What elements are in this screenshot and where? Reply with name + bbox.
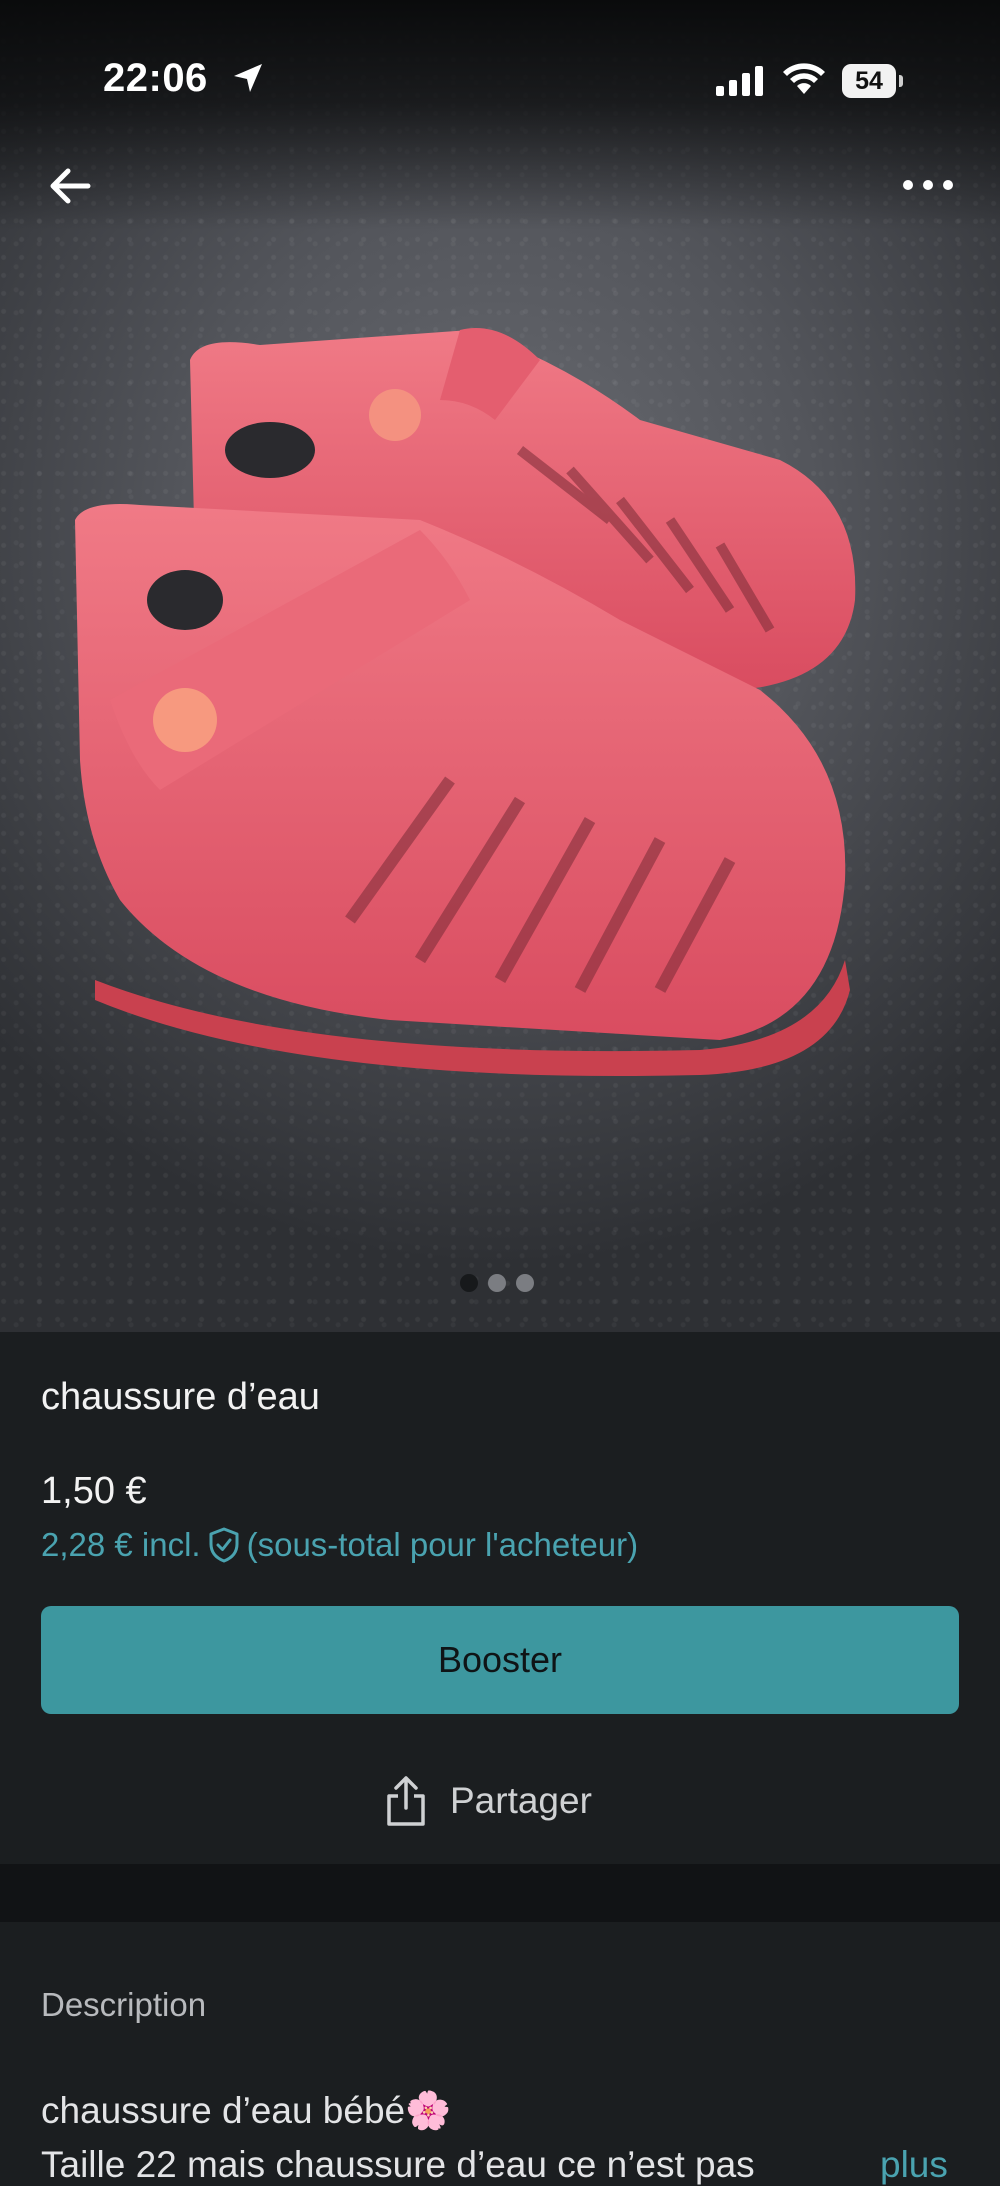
description-section: Description chaussure d’eau bébé🌸 Taille… [0, 1922, 1000, 2185]
product-price: 1,50 € [41, 1470, 147, 1512]
more-options-button[interactable] [900, 170, 956, 200]
carousel-dots[interactable] [460, 1274, 534, 1292]
description-text: Taille 22 mais chaussure d’eau ce n’est … [41, 2144, 755, 2185]
buyer-price-link[interactable]: 2,28 € incl. (sous-total pour l'acheteur… [41, 1526, 638, 1564]
battery-indicator: 54 [842, 64, 896, 98]
price-incl: 2,28 € incl. [41, 1526, 201, 1563]
wifi-icon [783, 63, 825, 94]
back-button[interactable] [44, 160, 96, 212]
share-label: Partager [450, 1780, 592, 1821]
back-arrow-icon [50, 168, 91, 204]
share-icon [387, 1776, 425, 1826]
more-dots-icon [903, 180, 953, 190]
description-text: chaussure d’eau bébé🌸 [41, 2090, 452, 2131]
status-time: 22:06 [103, 56, 208, 100]
price-incl-note: (sous-total pour l'acheteur) [246, 1526, 639, 1563]
carousel-dot[interactable] [516, 1274, 534, 1292]
boost-button[interactable]: Booster [41, 1606, 959, 1714]
product-info: chaussure d’eau 1,50 € 2,28 € incl. (sou… [0, 1332, 1000, 1864]
description-label: Description [41, 1986, 207, 2023]
product-photo[interactable] [0, 0, 1000, 1332]
carousel-dot[interactable] [488, 1274, 506, 1292]
carousel-dot[interactable] [460, 1274, 478, 1292]
signal-icon [716, 66, 763, 96]
read-more-link[interactable]: plus [880, 2144, 948, 2186]
product-title: chaussure d’eau [41, 1376, 320, 1418]
share-button[interactable]: Partager [384, 1774, 592, 1828]
location-arrow-icon [234, 64, 262, 92]
section-divider [0, 1864, 1000, 1922]
status-bar: 22:06 54 [0, 0, 1000, 160]
shield-check-icon [209, 1527, 239, 1563]
